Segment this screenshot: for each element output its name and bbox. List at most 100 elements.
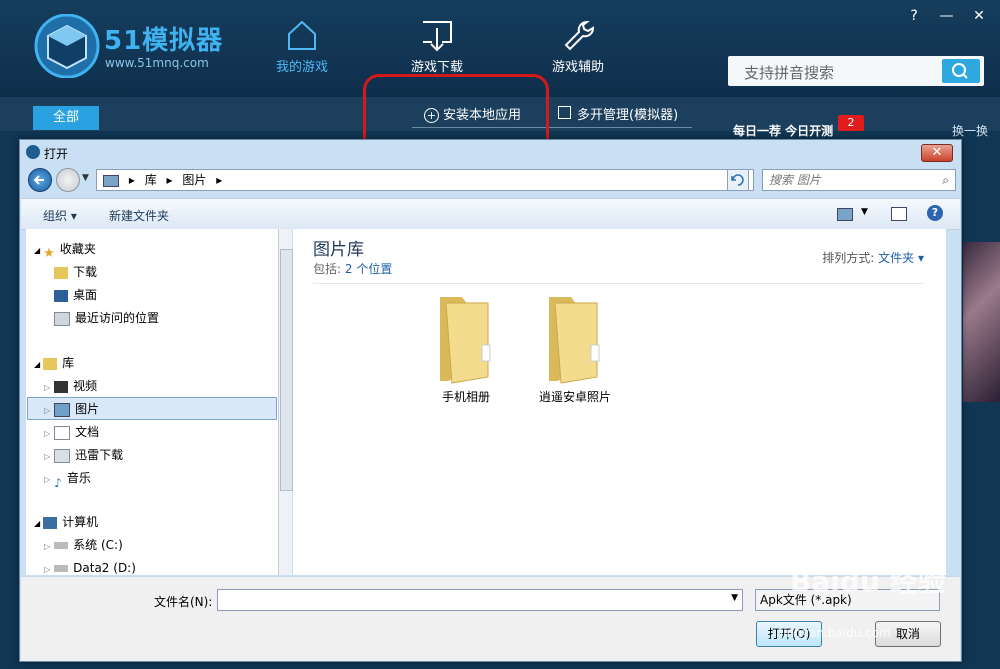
breadcrumb-pictures[interactable]: 图片 [182,173,206,187]
address-field[interactable]: ▸ 库 ▸ 图片 ▸ ▼ [96,169,754,191]
tree-documents[interactable]: ▷ 文档 [44,422,99,442]
tree-label: 收藏夹 [59,242,96,256]
tree-favorites[interactable]: ◢ ★ 收藏夹 [34,239,96,261]
folder-item[interactable]: 手机相册 [416,289,516,405]
filename-input[interactable]: ▼ [217,589,743,611]
tree-label: 视频 [73,379,98,393]
logo-url: www.51mnq.com [105,56,209,70]
arrange-label: 排列方式: [822,251,875,265]
multi-open-button[interactable]: 多开管理(模拟器) [558,104,678,123]
nav-game-download[interactable]: 游戏下载 [392,18,482,75]
scrollbar-thumb[interactable] [280,249,293,491]
window-controls: ? — ✕ [897,8,990,24]
document-icon [54,425,71,440]
dialog-title: 打开 [44,147,69,161]
folder-icon [549,297,600,384]
music-icon: ♪ [54,475,62,490]
tree-label: 最近访问的位置 [75,311,160,325]
home-icon [288,20,316,50]
back-button[interactable] [28,168,52,192]
tree-label: 桌面 [73,288,98,302]
forward-button[interactable] [56,168,80,192]
daily-recommend[interactable]: 每日一荐 今日开测 [733,122,833,139]
nav-label: 游戏辅助 [551,60,604,75]
folder-item[interactable]: 逍遥安卓照片 [525,289,625,405]
tree-label: 音乐 [66,471,91,485]
new-folder-button[interactable]: 新建文件夹 [109,207,169,224]
refresh-icon [731,174,744,186]
filename-dropdown-icon[interactable]: ▼ [731,593,738,603]
logo-title: 51模拟器 [104,26,224,56]
library-includes: 包括: 2 个位置 [313,260,392,277]
tree-label: 迅雷下载 [75,448,124,462]
drive-icon [54,542,69,549]
star-icon: ★ [43,245,55,261]
search-icon: ⌕ [942,173,949,187]
copy-icon [558,106,571,119]
view-icon[interactable] [837,208,853,221]
includes-locations-link[interactable]: 2 个位置 [345,262,392,276]
tree-drive-c[interactable]: ▷ 系统 (C:) [44,535,123,555]
refresh-button[interactable] [727,169,749,191]
help-button[interactable]: ? [903,8,925,24]
tree-label: 系统 (C:) [73,538,123,552]
arrange-dropdown[interactable]: 文件夹 ▾ [878,251,924,265]
desktop-icon [54,289,68,302]
breadcrumb-sep: ▸ [166,173,173,187]
folder-label: 手机相册 [441,390,490,404]
recent-places-icon [54,311,70,326]
folder-label: 逍遥安卓照片 [538,390,611,404]
nav-my-games[interactable]: 我的游戏 [257,18,347,75]
emulator-window: 51模拟器 www.51mnq.com 我的游戏 游戏下载 游戏辅助 ? — ✕… [0,0,1000,669]
view-dropdown-icon[interactable]: ▼ [861,207,868,217]
tree-videos[interactable]: ▷ 视频 [44,376,97,396]
collapse-icon: ▷ [44,475,51,484]
tree-libraries[interactable]: ◢ 库 [34,353,74,373]
tree-xunlei[interactable]: ▷ 迅雷下载 [44,445,123,465]
organize-menu[interactable]: 组织 ▾ [43,207,77,224]
expand-icon: ◢ [34,360,41,369]
minimize-button[interactable]: — [936,8,958,24]
count-badge: 2 [838,115,864,131]
tree-music[interactable]: ▷ ♪ 音乐 [44,468,91,490]
collapse-icon: ▷ [44,452,51,461]
dialog-search-input[interactable]: 搜索 图片 ⌕ [762,169,956,191]
expand-icon: ◢ [34,246,41,255]
folder-icon [103,174,119,187]
watermark-url: jingyan.baidu.com [780,626,891,640]
nav-label: 游戏下载 [410,60,463,75]
swap-button[interactable]: 换一换 [952,122,988,139]
video-icon [54,380,69,393]
navigation-scrollbar[interactable] [278,229,293,575]
tree-computer[interactable]: ◢ 计算机 [34,512,98,532]
breadcrumb-library[interactable]: 库 [145,173,157,187]
logo-icon [34,14,100,78]
preview-pane-icon[interactable] [891,207,907,221]
file-list-pane: 图片库 包括: 2 个位置 排列方式: 文件夹 ▾ 手机相册 逍遥安卓照片 [293,229,946,575]
collapse-icon: ▷ [44,429,51,438]
tree-desktop[interactable]: 桌面 [54,285,97,305]
dialog-close-button[interactable]: ✕ [921,144,953,162]
tree-downloads[interactable]: 下载 [54,262,97,282]
tree-pictures[interactable]: ▷ 图片 [44,399,99,419]
collapse-icon: ▷ [44,565,51,574]
help-icon[interactable]: ? [927,205,943,221]
history-dropdown-icon[interactable]: ▼ [82,173,89,183]
tree-recent[interactable]: 最近访问的位置 [54,308,159,328]
divider [313,283,923,284]
search-icon [952,63,968,79]
search-box[interactable]: 支持拼音搜索 [728,56,984,86]
arrange-by: 排列方式: 文件夹 ▾ [822,249,924,266]
includes-label: 包括: [313,262,342,276]
banner-image[interactable] [963,242,1000,402]
expand-icon: ◢ [34,519,41,528]
tree-label: 图片 [75,402,100,416]
arrow-left-icon [33,175,44,185]
tree-drive-d[interactable]: ▷ Data2 (D:) [44,558,136,578]
close-button[interactable]: ✕ [968,8,990,24]
search-button[interactable] [942,59,980,83]
tab-all[interactable]: 全部 [33,106,99,130]
tree-label: 库 [62,356,75,370]
nav-game-assist[interactable]: 游戏辅助 [533,18,623,75]
collapse-icon: ▷ [44,406,51,415]
